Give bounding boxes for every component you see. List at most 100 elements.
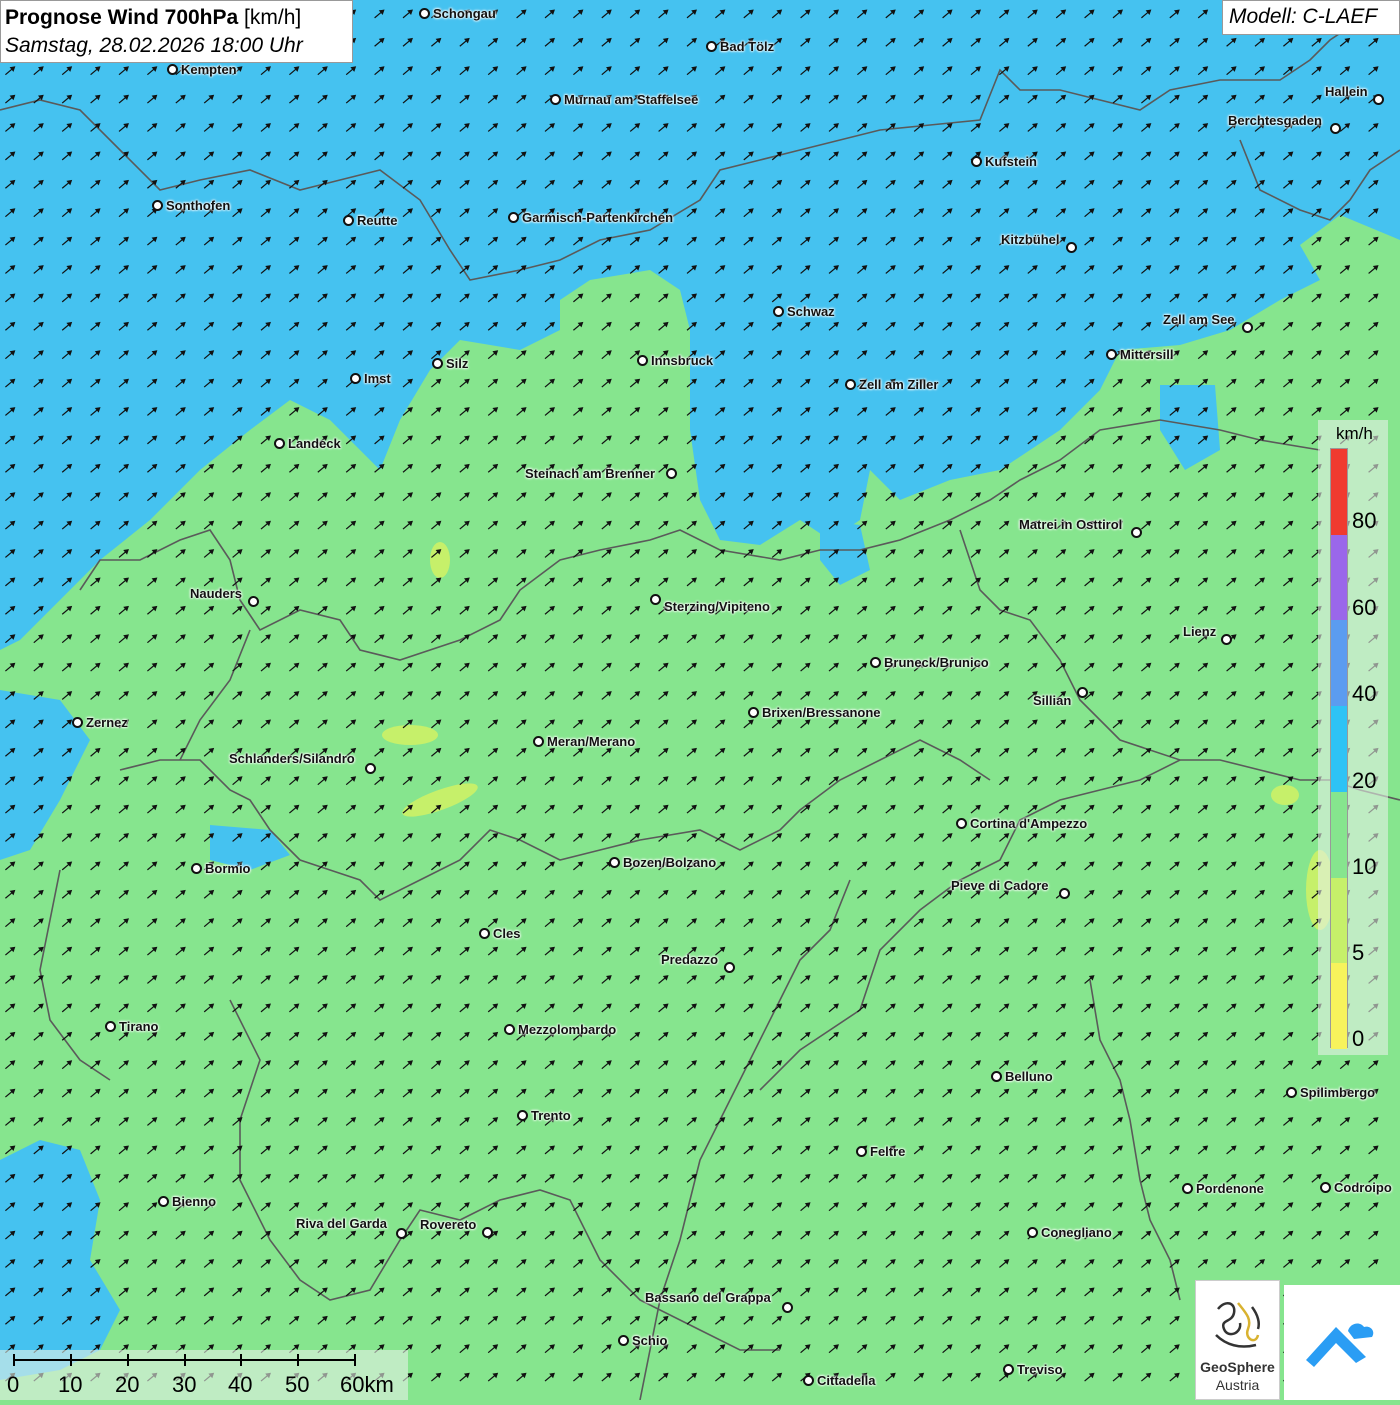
city-marker [1106,349,1117,360]
legend-color-segment [1331,877,1347,964]
legend-color-segment [1331,534,1347,621]
city-marker [1003,1364,1014,1375]
city-marker [971,156,982,167]
city-label: Hallein [1325,84,1368,99]
legend-label: 40 [1352,681,1377,706]
city-marker [504,1024,515,1035]
city-label: Landeck [288,436,341,451]
city-label: Schongau [433,6,496,21]
city-marker [1027,1227,1038,1238]
city-label: Cles [493,926,521,941]
legend-color-segment [1331,449,1347,535]
app-logo[interactable] [1284,1285,1400,1400]
city-label: Pordenone [1196,1181,1264,1196]
legend-label: 60 [1352,595,1377,620]
city-label: Nauders [190,586,243,601]
city-marker [803,1375,814,1386]
geosphere-name: GeoSphere [1200,1359,1275,1375]
city-marker [158,1196,169,1207]
city-marker [1242,322,1253,333]
city-marker [845,379,856,390]
city-label: Kitzbühel [1001,232,1060,247]
legend-color-segment [1331,963,1347,1049]
city-label: Lienz [1183,624,1217,639]
scale-label: 20 [115,1372,140,1397]
scale-bar: 0 10 20 30 40 50 60km [0,1350,408,1400]
city-marker [856,1146,867,1157]
city-label: Schio [632,1333,668,1348]
city-marker [508,212,519,223]
city-marker [350,373,361,384]
geosphere-icon [1215,1301,1260,1348]
city-marker [479,928,490,939]
city-label: Bassano del Grappa [645,1290,771,1305]
city-label: Treviso [1017,1362,1063,1377]
city-label: Belluno [1005,1069,1053,1084]
city-marker [533,736,544,747]
city-label: Mezzolombardo [518,1022,617,1037]
scale-label: 60km [340,1372,394,1397]
city-label: Kempten [181,62,237,77]
geosphere-logo[interactable]: GeoSphere Austria [1195,1280,1280,1400]
city-label: Zernez [86,715,128,730]
city-label: Matrei in Osttirol [1019,517,1123,532]
city-marker [191,863,202,874]
city-label: Zell am Ziller [859,377,939,392]
city-label: Sterzing/Vipiteno [664,599,770,614]
legend-label: 20 [1352,768,1377,793]
city-marker [991,1071,1002,1082]
legend-label: 10 [1352,854,1377,879]
city-marker [105,1021,116,1032]
scale-label: 10 [58,1372,83,1397]
legend-color-segment [1331,620,1347,707]
legend-label: 0 [1352,1026,1365,1051]
city-marker [482,1227,493,1238]
geosphere-country: Austria [1215,1377,1260,1393]
city-label: Schlanders/Silandro [229,751,355,766]
city-marker [748,707,759,718]
color-legend: km/h 80 60 40 20 10 5 0 [1318,420,1388,1055]
city-label: Spilimbergo [1300,1085,1376,1100]
city-label: Tirano [119,1019,159,1034]
city-marker [343,215,354,226]
legend-color-segment [1331,791,1347,878]
legend-bar [1330,448,1348,1049]
city-marker [1066,242,1077,253]
low-wind-spot [382,725,438,745]
city-marker [1131,527,1142,538]
city-marker [365,763,376,774]
scale-label: 40 [228,1372,253,1397]
legend-label: 5 [1352,940,1365,965]
city-marker [1077,687,1088,698]
city-label: Reutte [357,213,398,228]
city-label: Predazzo [661,952,719,967]
city-label: Bruneck/Brunico [884,655,989,670]
city-label: Meran/Merano [547,734,636,749]
city-label: Conegliano [1041,1225,1112,1240]
city-marker [517,1110,528,1121]
city-label: Imst [364,371,391,386]
city-label: Steinach am Brenner [525,466,656,481]
scale-label: 0 [7,1372,20,1397]
city-marker [706,41,717,52]
city-label: Bozen/Bolzano [623,855,717,870]
city-marker [956,818,967,829]
city-marker [1373,94,1384,105]
forecast-datetime: Samstag, 28.02.2026 18:00 Uhr [5,34,303,57]
city-label: Kufstein [985,154,1037,169]
city-marker [1182,1183,1193,1194]
city-marker [1059,888,1070,899]
city-marker [274,438,285,449]
city-label: Silz [446,356,469,371]
map-title: Prognose Wind 700hPa [km/h] [5,6,302,29]
city-label: Bienno [172,1194,217,1209]
city-marker [650,594,661,605]
scale-label: 30 [172,1372,197,1397]
city-marker [152,200,163,211]
city-marker [1221,634,1232,645]
city-label: Sillian [1033,693,1072,708]
legend-color-segment [1331,706,1347,792]
city-marker [870,657,881,668]
city-label: Rovereto [420,1217,477,1232]
city-label: Brixen/Bressanone [762,705,881,720]
